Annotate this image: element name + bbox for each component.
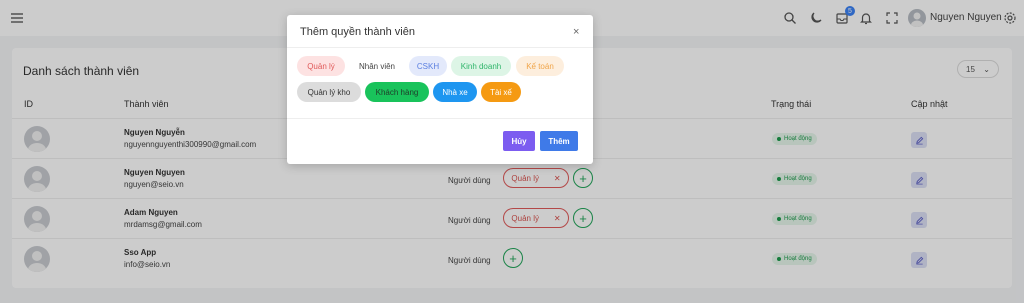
role-option-quan-ly[interactable]: Quản lý bbox=[297, 56, 345, 76]
divider bbox=[287, 47, 593, 48]
close-icon[interactable]: × bbox=[573, 26, 579, 38]
role-option-label: Tài xế bbox=[490, 87, 512, 97]
divider bbox=[287, 118, 593, 119]
role-option-label: CSKH bbox=[416, 61, 440, 71]
add-role-dialog: Thêm quyền thành viên × Quản lý Nhân viê… bbox=[287, 15, 593, 164]
role-option-tai-xe[interactable]: Tài xế bbox=[481, 82, 521, 102]
role-option-label: Quản lý kho bbox=[307, 87, 351, 97]
dialog-title: Thêm quyền thành viên bbox=[300, 26, 415, 38]
role-option-label: Quản lý bbox=[307, 61, 335, 71]
role-option-label: Nhân viên bbox=[358, 61, 396, 71]
role-option-cskh[interactable]: CSKH bbox=[409, 56, 447, 76]
cancel-button[interactable]: Hủy bbox=[503, 131, 535, 151]
role-option-label: Nhà xe bbox=[442, 87, 468, 97]
role-option-ke-toan[interactable]: Kế toán bbox=[516, 56, 564, 76]
role-option-label: Kế toán bbox=[526, 61, 554, 71]
role-option-khach-hang[interactable]: Khách hàng bbox=[365, 82, 429, 102]
role-option-label: Khách hàng bbox=[375, 87, 419, 97]
role-option-nhan-vien[interactable]: Nhân viên bbox=[350, 56, 404, 76]
role-option-label: Kinh doanh bbox=[460, 61, 502, 71]
add-button[interactable]: Thêm bbox=[540, 131, 578, 151]
role-option-quan-ly-kho[interactable]: Quản lý kho bbox=[297, 82, 361, 102]
role-option-nha-xe[interactable]: Nhà xe bbox=[433, 82, 477, 102]
role-option-kinh-doanh[interactable]: Kinh doanh bbox=[451, 56, 511, 76]
